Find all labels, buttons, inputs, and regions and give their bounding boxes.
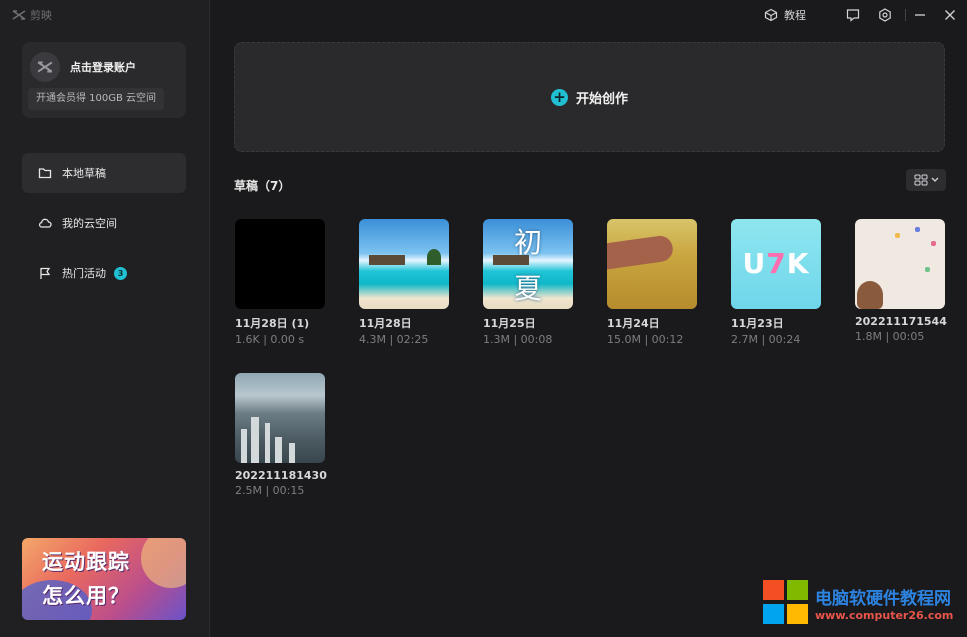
tutorial-button[interactable]: 教程 [764,6,806,24]
draft-card[interactable]: 11月24日 15.0M | 00:12 [607,219,699,346]
thumbnail-detail [857,281,883,309]
draft-date: 202211181430 [235,469,327,482]
thumbnail-letter: 7 [766,247,787,280]
thumbnail-detail [289,443,295,463]
sidebar: 剪映 点击登录账户 开通会员得 100GB 云空间 本地草稿 我的云空间 热门活… [0,0,210,637]
sidebar-item-label: 我的云空间 [62,217,117,230]
draft-date: 11月24日 [607,317,660,330]
app-name: 剪映 [30,9,52,22]
feedback-icon [846,9,860,22]
plus-icon: + [550,88,568,106]
watermark-url: www.computer26.com [815,609,954,622]
draft-meta: 15.0M | 00:12 [607,333,684,346]
draft-meta: 1.3M | 00:08 [483,333,553,346]
sidebar-item-label: 热门活动 [62,267,106,280]
tutorial-label: 教程 [784,9,806,22]
draft-thumbnail[interactable] [855,219,945,309]
draft-meta: 4.3M | 02:25 [359,333,429,346]
thumbnail-detail [607,234,675,270]
grid-view-icon [914,174,927,186]
tutorial-icon [764,8,778,22]
thumbnail-text: 夏 [513,272,542,305]
thumbnail-detail [251,417,259,463]
vip-upgrade-button[interactable]: 开通会员得 100GB 云空间 [28,88,165,110]
site-watermark: 电脑软硬件教程网 www.computer26.com [763,580,953,626]
thumbnail-detail [369,255,405,265]
start-creating-label: 开始创作 [575,91,628,107]
draft-date: 11月23日 [731,317,784,330]
thumbnail-letter: U [742,247,767,280]
notification-badge: 3 [114,266,127,280]
minimize-button[interactable] [913,6,927,24]
draft-thumbnail[interactable]: 初 夏 [483,219,573,309]
settings-icon [879,8,891,22]
draft-card[interactable]: 202211181430 2.5M | 00:15 [235,373,327,497]
draft-date: 11月28日 [359,317,412,330]
drafts-section-title: 草稿（7） [234,179,291,193]
chevron-down-icon [931,177,938,182]
draft-card[interactable]: 202211171544 1.8M | 00:05 [855,219,947,343]
promo-title-line2: 怎么用？ [42,584,130,608]
thumbnail-detail [275,437,282,463]
draft-meta: 1.6K | 0.00 s [235,333,305,346]
topbar-divider [905,9,906,21]
sidebar-item-label: 本地草稿 [62,167,106,180]
feedback-button[interactable] [846,6,860,24]
thumbnail-text: 初 [513,226,542,259]
capcut-avatar-icon [37,61,53,73]
draft-date: 202211171544 [855,315,947,328]
thumbnail-letter: K [786,247,810,280]
close-icon [945,10,955,20]
thumbnail-detail [241,429,247,463]
draft-card[interactable]: U7K 11月23日 2.7M | 00:24 [731,219,823,346]
watermark-title: 电脑软硬件教程网 [815,589,951,609]
avatar[interactable] [30,52,60,82]
thumbnail-detail [427,249,441,265]
login-link[interactable]: 点击登录账户 [70,59,136,75]
draft-thumbnail[interactable] [235,219,325,309]
thumbnail-detail [895,233,900,238]
draft-card[interactable]: 11月28日 (1) 1.6K | 0.00 s [235,219,327,346]
thumbnail-detail [915,227,920,232]
account-card[interactable]: 点击登录账户 开通会员得 100GB 云空间 [22,42,186,118]
draft-card[interactable]: 初 夏 11月25日 1.3M | 00:08 [483,219,575,346]
minimize-icon [915,14,925,16]
cloud-icon [38,218,52,228]
draft-thumbnail[interactable] [359,219,449,309]
draft-thumbnail[interactable]: U7K [731,219,821,309]
promo-decoration [141,538,186,588]
draft-date: 11月28日 (1) [235,317,310,330]
folder-icon [38,168,52,179]
capcut-logo-icon [12,10,26,20]
draft-meta: 2.5M | 00:15 [235,484,305,497]
start-creating-button[interactable]: + 开始创作 [234,42,945,152]
thumbnail-detail [265,423,270,463]
thumbnail-text: U7K [731,247,821,280]
close-button[interactable] [943,6,957,24]
view-mode-toggle[interactable] [906,169,946,191]
flag-icon [40,267,51,279]
sidebar-item-local-drafts[interactable]: 本地草稿 [22,153,186,193]
draft-thumbnail[interactable] [235,373,325,463]
sidebar-item-hot-events[interactable]: 热门活动 3 [22,253,186,293]
draft-card[interactable]: 11月28日 4.3M | 02:25 [359,219,451,346]
thumbnail-detail [931,241,936,246]
draft-date: 11月25日 [483,317,536,330]
app-logo: 剪映 [12,7,52,23]
sidebar-item-cloud-space[interactable]: 我的云空间 [22,203,186,243]
draft-thumbnail[interactable] [607,219,697,309]
thumbnail-detail [925,267,930,272]
settings-button[interactable] [878,6,892,24]
draft-meta: 2.7M | 00:24 [731,333,801,346]
windows-logo-icon [763,580,811,626]
promo-banner[interactable]: 运动跟踪 怎么用？ [22,538,186,620]
promo-title-line1: 运动跟踪 [42,550,130,574]
draft-meta: 1.8M | 00:05 [855,330,925,343]
